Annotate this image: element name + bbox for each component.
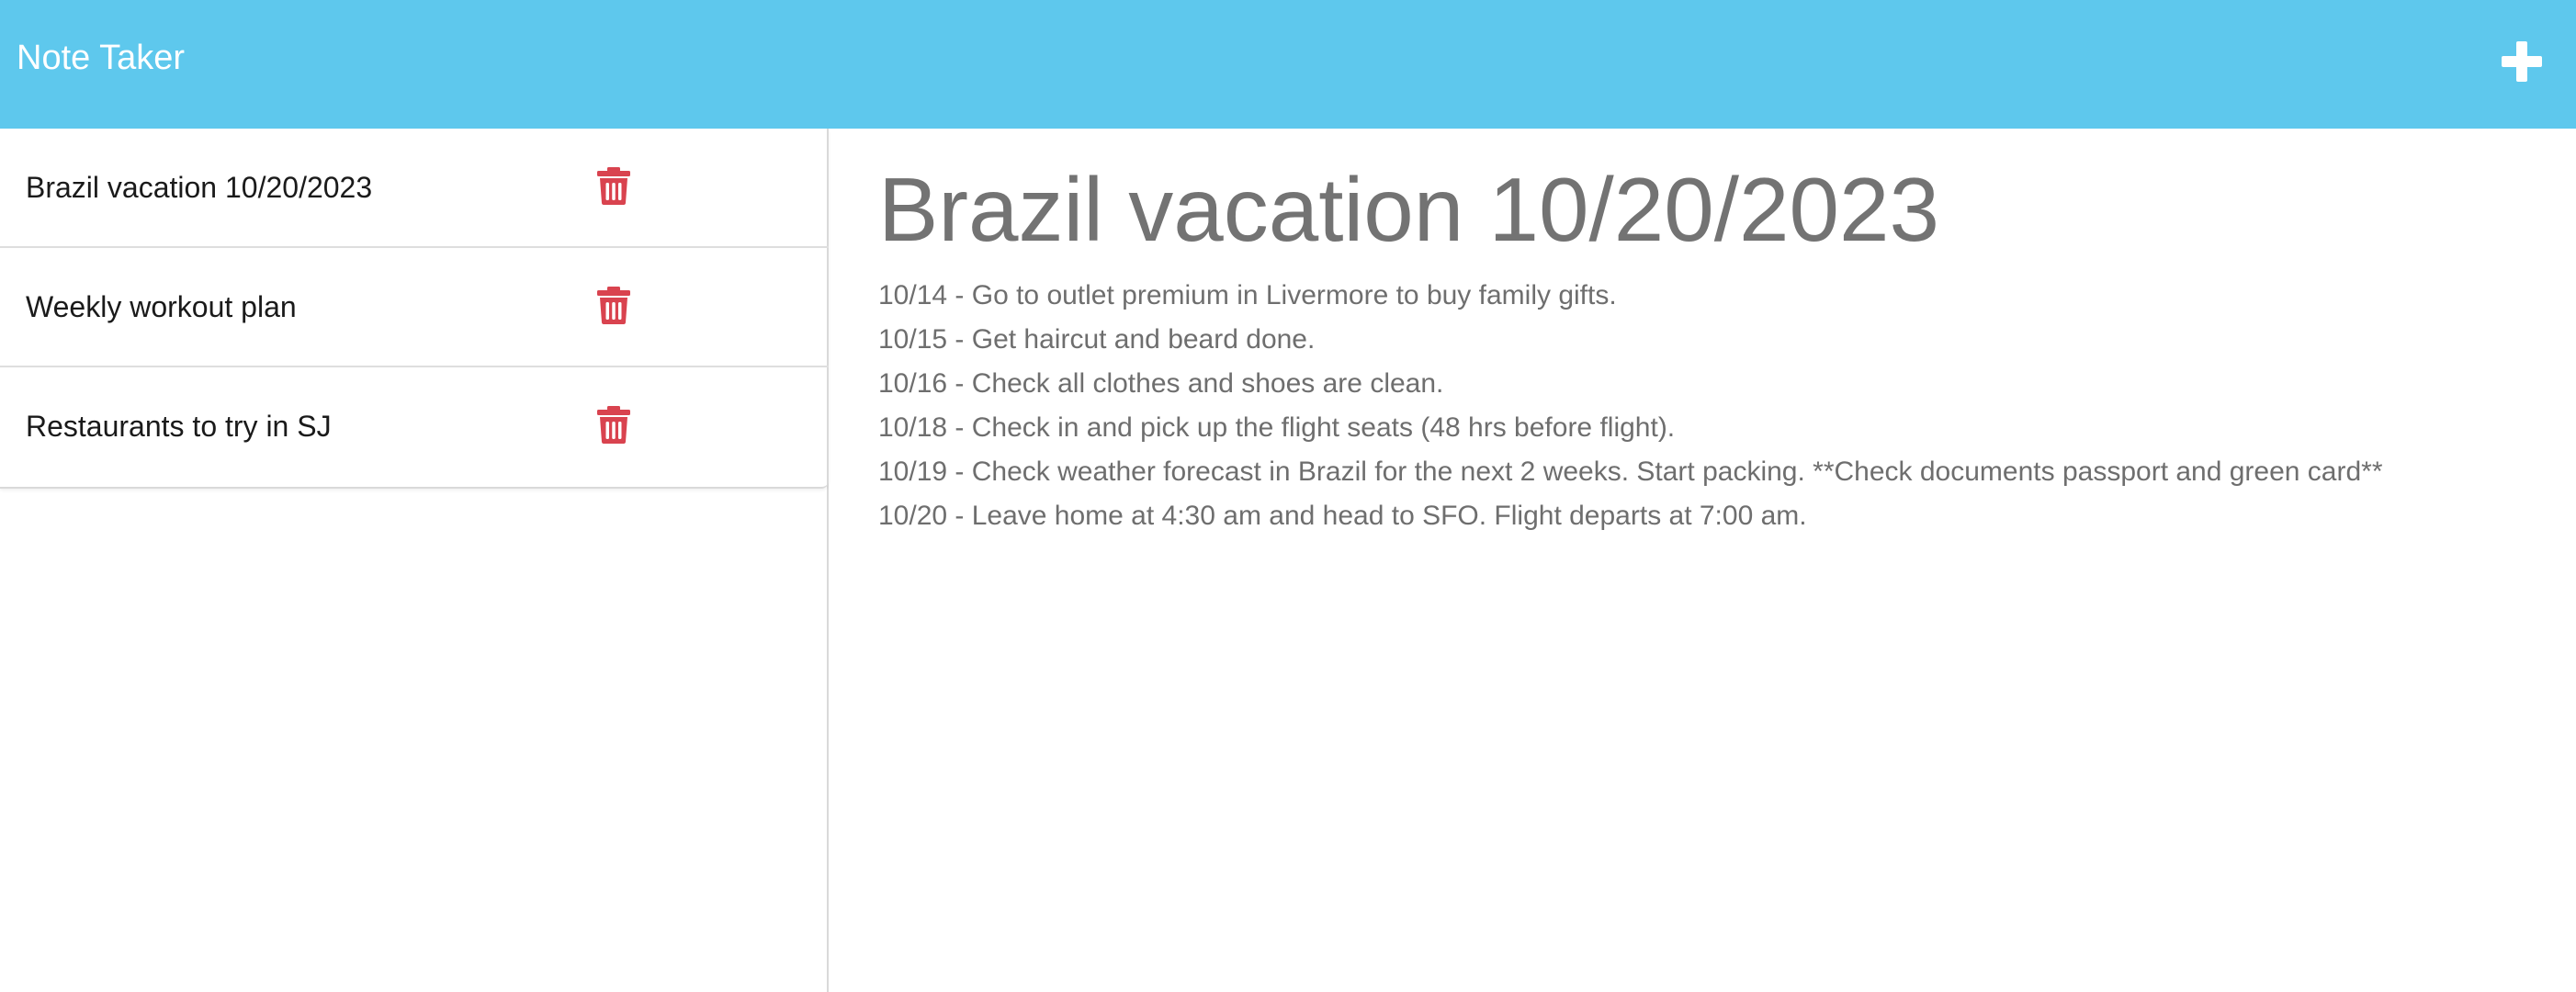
note-item-title[interactable]: Restaurants to try in SJ (26, 404, 332, 448)
note-item-title[interactable]: Brazil vacation 10/20/2023 (26, 165, 372, 209)
delete-note-button[interactable] (595, 285, 632, 325)
note-list-item[interactable]: Restaurants to try in SJ (0, 367, 829, 487)
trash-icon (597, 167, 630, 205)
delete-note-button[interactable] (595, 165, 632, 206)
note-editor: 10/14 - Go to outlet premium in Livermor… (830, 129, 2576, 992)
app-title[interactable]: Note Taker (17, 35, 185, 81)
top-navbar: Note Taker (0, 0, 2576, 129)
note-body-textarea[interactable]: 10/14 - Go to outlet premium in Livermor… (878, 274, 2559, 972)
delete-note-button[interactable] (595, 404, 632, 445)
note-list-sidebar: Brazil vacation 10/20/2023 Weekly workou… (0, 129, 829, 992)
trash-icon (597, 287, 630, 324)
plus-icon (2502, 41, 2542, 82)
trash-icon (597, 406, 630, 444)
note-title-input[interactable] (878, 154, 2550, 265)
note-list: Brazil vacation 10/20/2023 Weekly workou… (0, 129, 829, 489)
note-list-item[interactable]: Brazil vacation 10/20/2023 (0, 129, 829, 248)
new-note-button[interactable] (2490, 28, 2554, 92)
note-list-item[interactable]: Weekly workout plan (0, 248, 829, 367)
note-item-title[interactable]: Weekly workout plan (26, 285, 297, 329)
